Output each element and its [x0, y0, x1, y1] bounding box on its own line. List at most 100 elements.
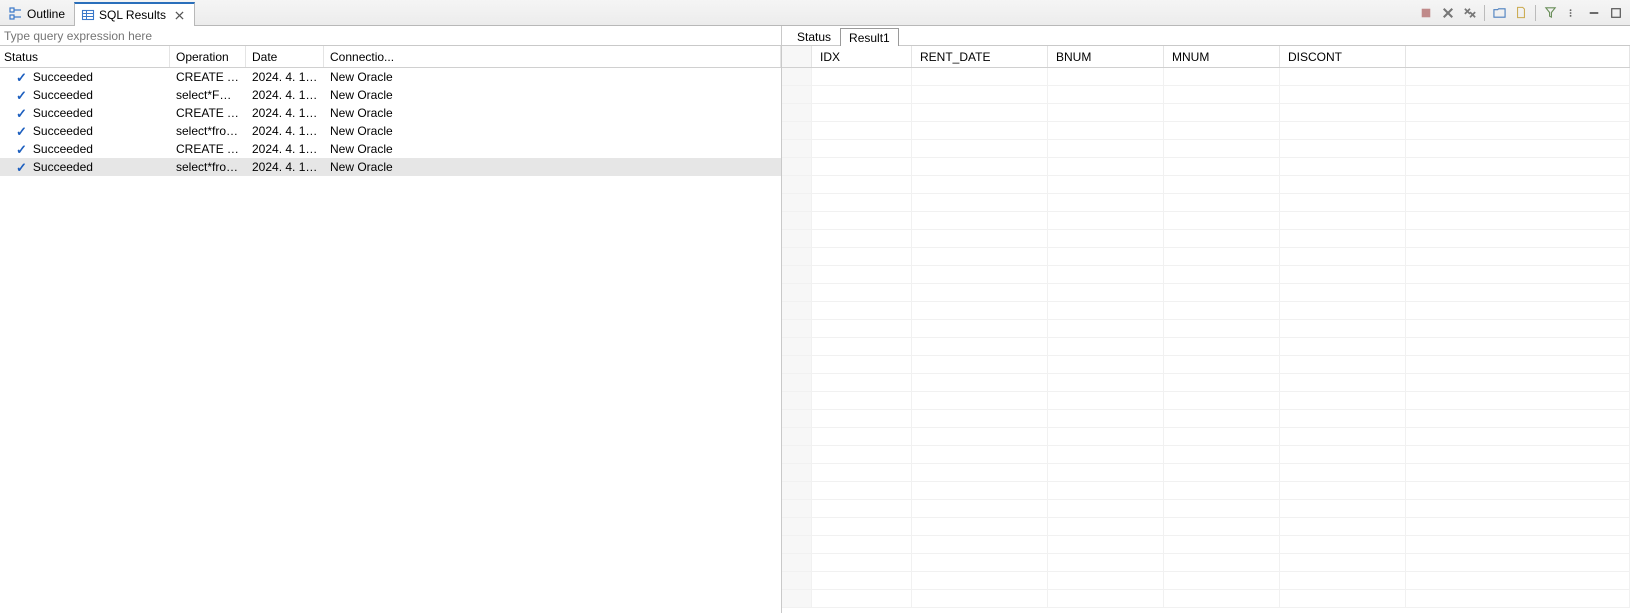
view-menu-icon[interactable]	[1562, 3, 1582, 23]
result-cell	[1164, 500, 1280, 517]
result-row[interactable]	[782, 248, 1630, 266]
result-row[interactable]	[782, 464, 1630, 482]
result-row[interactable]	[782, 410, 1630, 428]
result-cell	[912, 374, 1048, 391]
query-input[interactable]	[0, 26, 781, 45]
tab-sql-results[interactable]: SQL Results	[74, 2, 195, 26]
header-bnum[interactable]: BNUM	[1048, 46, 1164, 67]
header-idx[interactable]: IDX	[812, 46, 912, 67]
result-row[interactable]	[782, 518, 1630, 536]
result-cell	[1280, 158, 1406, 175]
result-row[interactable]	[782, 140, 1630, 158]
result-cell	[1406, 554, 1630, 571]
result-cell	[812, 248, 912, 265]
status-row[interactable]: ✓SucceededCREATE TA...2024. 4. 13...New …	[0, 140, 781, 158]
header-operation[interactable]: Operation	[170, 46, 246, 67]
status-table: Status Operation Date Connectio... ✓Succ…	[0, 46, 781, 613]
result-cell	[1280, 122, 1406, 139]
header-date[interactable]: Date	[246, 46, 324, 67]
operation-cell: CREATE TA...	[170, 106, 246, 120]
result-cell	[1280, 446, 1406, 463]
tab-outline-label: Outline	[27, 7, 65, 21]
result-row[interactable]	[782, 284, 1630, 302]
result-row[interactable]	[782, 230, 1630, 248]
result-row[interactable]	[782, 212, 1630, 230]
result-row[interactable]	[782, 428, 1630, 446]
open-folder-icon[interactable]	[1489, 3, 1509, 23]
header-status[interactable]: Status	[0, 46, 170, 67]
result-row[interactable]	[782, 122, 1630, 140]
result-row[interactable]	[782, 500, 1630, 518]
result-row[interactable]	[782, 572, 1630, 590]
result-cell	[1048, 356, 1164, 373]
result-row[interactable]	[782, 104, 1630, 122]
remove-all-results-icon[interactable]	[1460, 3, 1480, 23]
result-row[interactable]	[782, 356, 1630, 374]
result-row[interactable]	[782, 392, 1630, 410]
remove-result-icon[interactable]	[1438, 3, 1458, 23]
result-cell	[812, 104, 912, 121]
close-icon[interactable]	[174, 9, 186, 21]
subtab-status[interactable]: Status	[788, 27, 840, 45]
result-cell	[812, 500, 912, 517]
status-row[interactable]: ✓SucceededCREATE TA...2024. 4. 13...New …	[0, 104, 781, 122]
result-row[interactable]	[782, 482, 1630, 500]
status-cell: ✓Succeeded	[0, 106, 170, 120]
status-row[interactable]: ✓Succeededselect*from...2024. 4. 13...Ne…	[0, 158, 781, 176]
result-gutter-header	[782, 46, 812, 67]
result-cell	[1048, 392, 1164, 409]
result-cell	[1164, 392, 1280, 409]
result-pane: Status Result1 IDX RENT_DATE BNUM MNUM D…	[782, 26, 1630, 613]
result-cell	[812, 572, 912, 589]
result-cell	[1164, 536, 1280, 553]
result-cell	[912, 104, 1048, 121]
header-discont[interactable]: DISCONT	[1280, 46, 1406, 67]
result-cell	[1280, 230, 1406, 247]
result-row[interactable]	[782, 194, 1630, 212]
result-cell	[1406, 392, 1630, 409]
result-row[interactable]	[782, 590, 1630, 608]
result-cell	[812, 410, 912, 427]
result-row[interactable]	[782, 338, 1630, 356]
status-row[interactable]: ✓Succeededselect*FRO...2024. 4. 13...New…	[0, 86, 781, 104]
check-icon: ✓	[16, 107, 27, 120]
filter-icon[interactable]	[1540, 3, 1560, 23]
status-text: Succeeded	[33, 88, 93, 102]
date-cell: 2024. 4. 13...	[246, 88, 324, 102]
tab-outline[interactable]: Outline	[2, 1, 74, 25]
result-cell	[812, 302, 912, 319]
header-rent-date[interactable]: RENT_DATE	[912, 46, 1048, 67]
new-file-icon[interactable]	[1511, 3, 1531, 23]
minimize-icon[interactable]	[1584, 3, 1604, 23]
result-row[interactable]	[782, 374, 1630, 392]
result-cell	[1048, 410, 1164, 427]
result-cell	[1164, 122, 1280, 139]
stop-icon[interactable]	[1416, 3, 1436, 23]
result-row[interactable]	[782, 158, 1630, 176]
status-row[interactable]: ✓Succeededselect*from...2024. 4. 13...Ne…	[0, 122, 781, 140]
header-connection[interactable]: Connectio...	[324, 46, 781, 67]
result-row[interactable]	[782, 536, 1630, 554]
result-row[interactable]	[782, 176, 1630, 194]
result-row[interactable]	[782, 320, 1630, 338]
result-cell	[912, 500, 1048, 517]
status-row[interactable]: ✓SucceededCREATE TA...2024. 4. 13...New …	[0, 68, 781, 86]
result-row[interactable]	[782, 68, 1630, 86]
result-row[interactable]	[782, 554, 1630, 572]
result-row[interactable]	[782, 86, 1630, 104]
result-cell	[1048, 176, 1164, 193]
maximize-icon[interactable]	[1606, 3, 1626, 23]
result-cell	[1048, 230, 1164, 247]
result-cell	[912, 284, 1048, 301]
result-row[interactable]	[782, 302, 1630, 320]
result-cell	[1406, 266, 1630, 283]
result-cell	[1406, 320, 1630, 337]
result-cell	[1280, 572, 1406, 589]
result-row[interactable]	[782, 446, 1630, 464]
operation-cell: select*FRO...	[170, 88, 246, 102]
result-row[interactable]	[782, 266, 1630, 284]
header-mnum[interactable]: MNUM	[1164, 46, 1280, 67]
result-cell	[782, 554, 812, 571]
result-cell	[812, 176, 912, 193]
subtab-result1[interactable]: Result1	[840, 28, 899, 46]
